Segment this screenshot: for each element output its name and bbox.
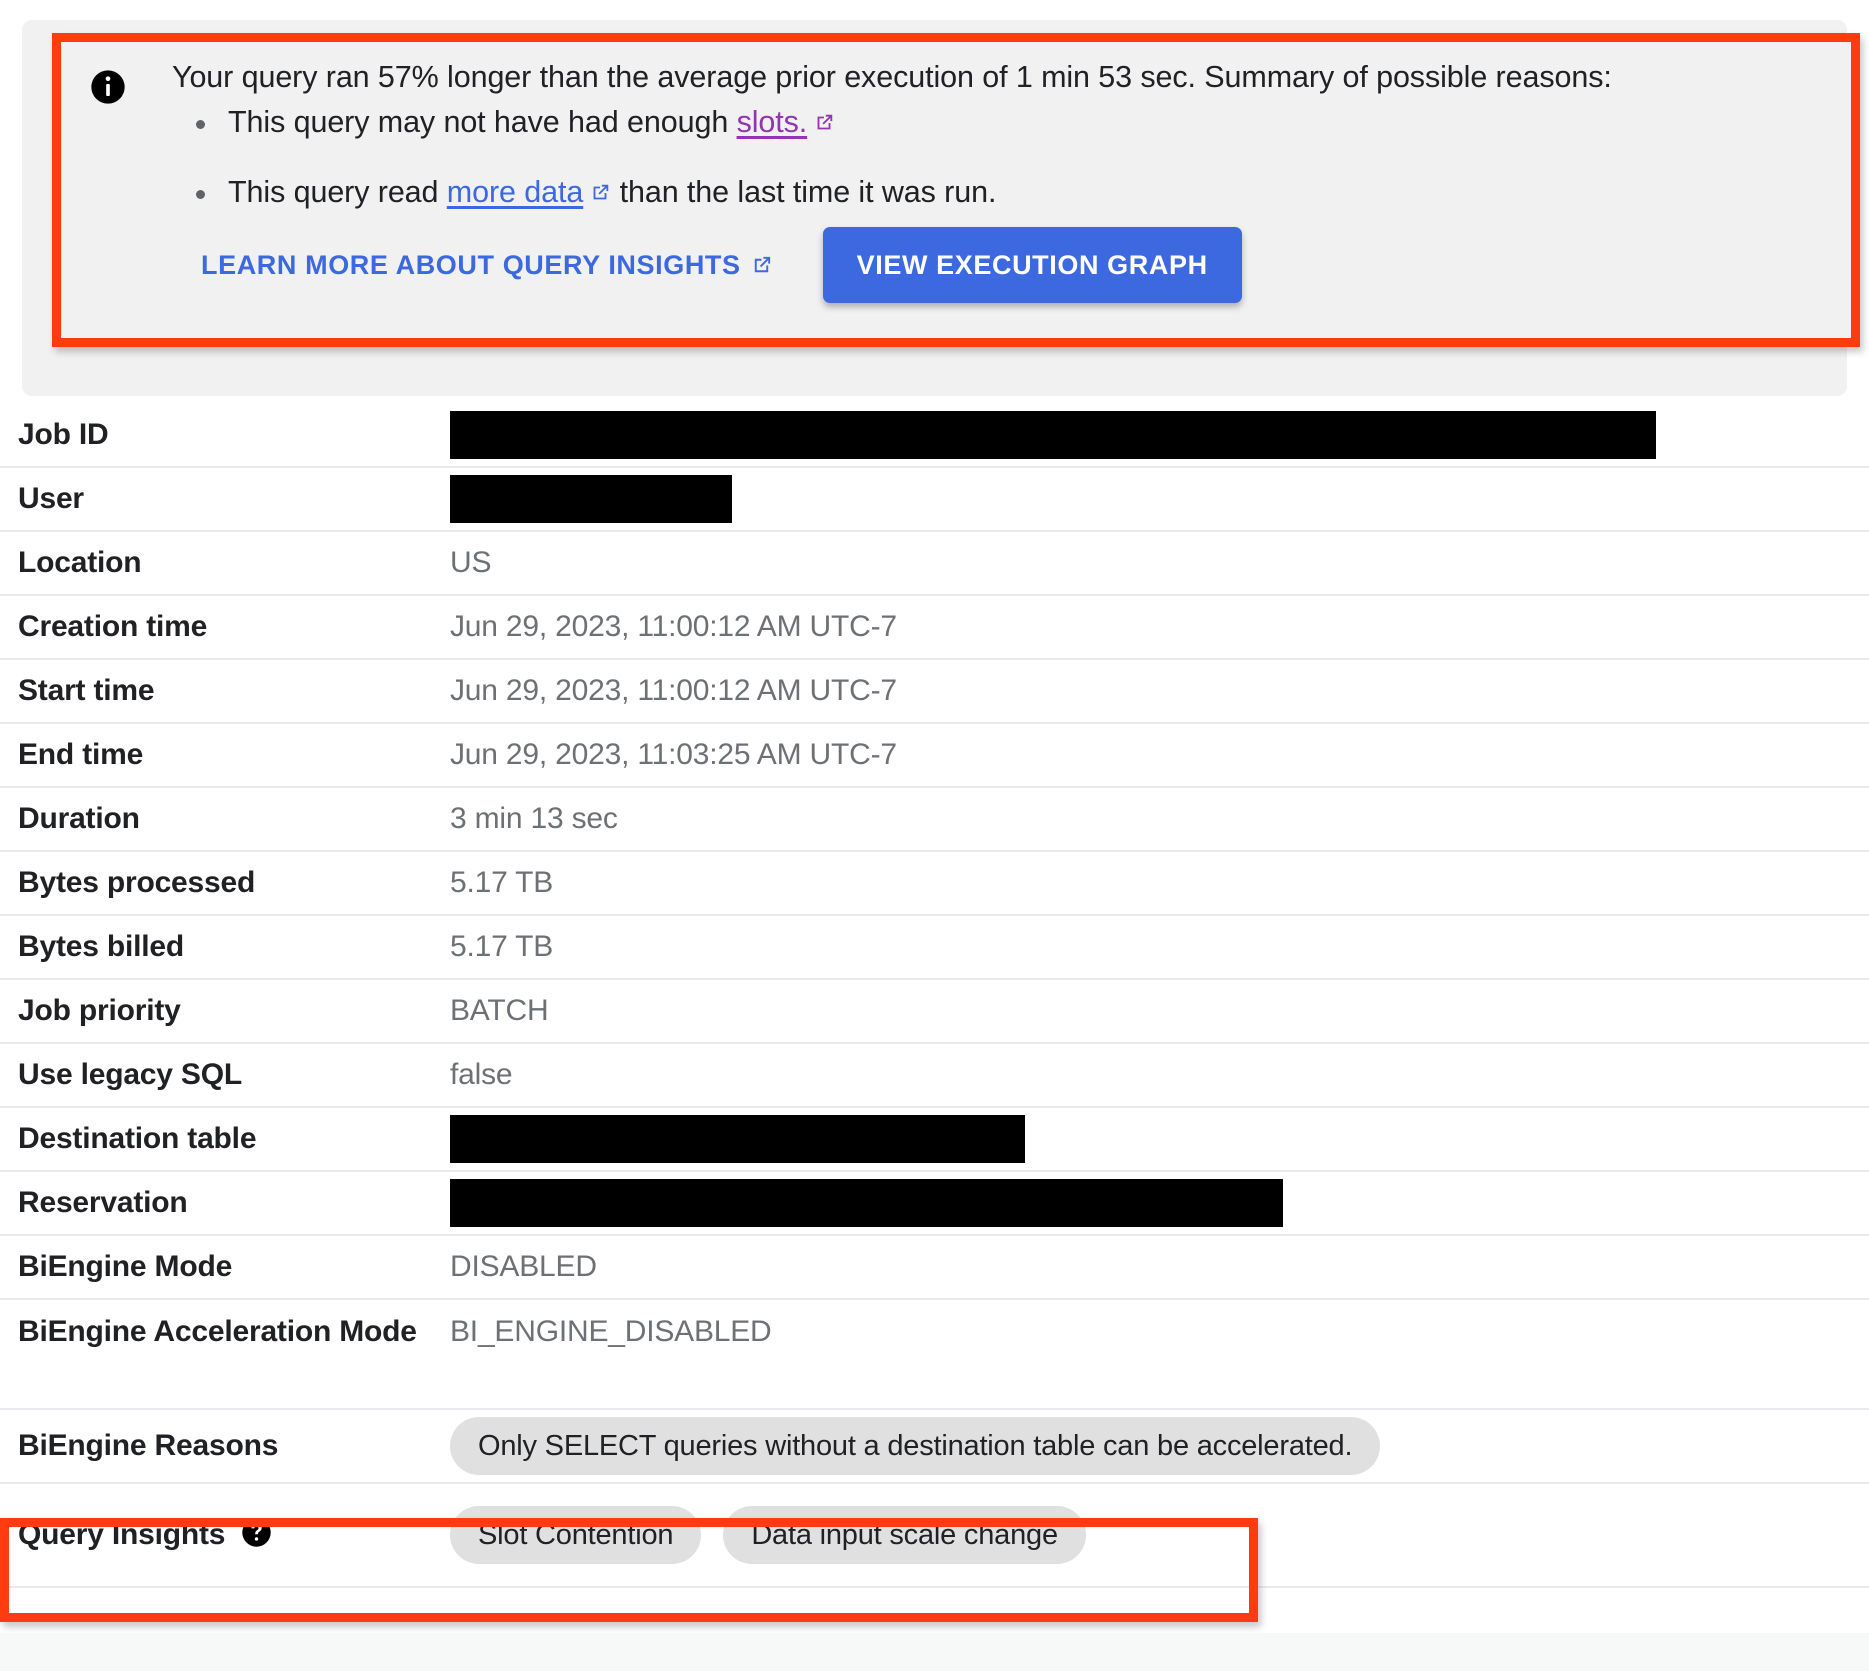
row-value: US xyxy=(450,546,492,579)
insight-banner: Your query ran 57% longer than the avera… xyxy=(61,42,1851,338)
learn-more-label: LEARN MORE ABOUT QUERY INSIGHTS xyxy=(201,249,741,280)
table-row: Query Insights Slot Contention Data inpu… xyxy=(0,1484,1869,1588)
insight-reason-list: This query may not have had enough slots… xyxy=(172,100,1828,240)
slots-link[interactable]: slots. xyxy=(737,105,808,139)
query-insight-chip-slot-contention[interactable]: Slot Contention xyxy=(450,1506,702,1564)
row-key: Job ID xyxy=(18,418,109,451)
insight-banner-highlight-box: Your query ran 57% longer than the avera… xyxy=(52,33,1860,347)
row-value: Only SELECT queries without a destinatio… xyxy=(450,1417,1869,1475)
row-value: 5.17 TB xyxy=(450,866,554,899)
table-row: Job priority BATCH xyxy=(0,980,1869,1044)
table-row: Reservation xyxy=(0,1172,1869,1236)
help-circle-icon[interactable] xyxy=(241,1517,272,1548)
row-value: DISABLED xyxy=(450,1250,597,1283)
table-row: End time Jun 29, 2023, 11:03:25 AM UTC-7 xyxy=(0,724,1869,788)
table-row: User xyxy=(0,468,1869,532)
row-value xyxy=(450,1115,1869,1163)
table-row: Duration 3 min 13 sec xyxy=(0,788,1869,852)
view-execution-graph-button[interactable]: VIEW EXECUTION GRAPH xyxy=(822,227,1242,303)
row-value xyxy=(450,1179,1869,1227)
row-key: Creation time xyxy=(18,610,208,643)
redacted-value xyxy=(450,475,732,523)
table-row: BiEngine Reasons Only SELECT queries wit… xyxy=(0,1410,1869,1484)
row-key: Location xyxy=(18,546,142,579)
bullet-text-suffix: than the last time it was run. xyxy=(611,175,997,209)
table-row: Use legacy SQL false xyxy=(0,1044,1869,1108)
table-row: Bytes processed 5.17 TB xyxy=(0,852,1869,916)
row-key: BiEngine Reasons xyxy=(18,1429,279,1462)
external-link-icon xyxy=(750,254,773,277)
redacted-value xyxy=(450,411,1656,459)
query-insights-label: Query Insights xyxy=(18,1518,226,1551)
row-value: BATCH xyxy=(450,994,549,1027)
row-value: BI_ENGINE_DISABLED xyxy=(450,1315,772,1348)
bullet-text-prefix: This query read xyxy=(228,175,447,209)
row-value: Jun 29, 2023, 11:00:12 AM UTC-7 xyxy=(450,674,897,707)
table-row: Job ID xyxy=(0,404,1869,468)
row-key: Duration xyxy=(18,802,140,835)
redacted-value xyxy=(450,1115,1025,1163)
table-row: BiEngine Mode DISABLED xyxy=(0,1236,1869,1300)
footer-strip xyxy=(0,1633,1869,1671)
row-key: Reservation xyxy=(18,1186,188,1219)
row-key: Destination table xyxy=(18,1122,257,1155)
row-key: User xyxy=(18,482,84,515)
row-value: Slot Contention Data input scale change xyxy=(450,1506,1869,1564)
more-data-link[interactable]: more data xyxy=(447,175,584,209)
row-key: BiEngine Acceleration Mode xyxy=(18,1315,417,1348)
row-value: Jun 29, 2023, 11:00:12 AM UTC-7 xyxy=(450,610,897,643)
table-row: Start time Jun 29, 2023, 11:00:12 AM UTC… xyxy=(0,660,1869,724)
biengine-reason-chip: Only SELECT queries without a destinatio… xyxy=(450,1417,1381,1475)
learn-more-about-query-insights-link[interactable]: LEARN MORE ABOUT QUERY INSIGHTS xyxy=(201,250,773,281)
table-row: Bytes billed 5.17 TB xyxy=(0,916,1869,980)
query-insight-chip-data-input-scale-change[interactable]: Data input scale change xyxy=(723,1506,1086,1564)
info-icon xyxy=(88,67,128,107)
row-value: 5.17 TB xyxy=(450,930,554,963)
redacted-value xyxy=(450,1179,1283,1227)
row-key: Query Insights xyxy=(0,1508,450,1562)
table-row: Creation time Jun 29, 2023, 11:00:12 AM … xyxy=(0,596,1869,660)
external-link-icon xyxy=(589,182,611,204)
row-key: BiEngine Mode xyxy=(18,1250,233,1283)
row-key: End time xyxy=(18,738,144,771)
row-key: Start time xyxy=(18,674,155,707)
row-key: Bytes processed xyxy=(18,866,256,899)
list-item: This query may not have had enough slots… xyxy=(196,100,1828,144)
row-value: Jun 29, 2023, 11:03:25 AM UTC-7 xyxy=(450,738,897,771)
job-details-table: Job ID User Location US Creation time Ju… xyxy=(0,404,1869,1588)
external-link-icon xyxy=(813,112,835,134)
row-value: false xyxy=(450,1058,513,1091)
row-key: Use legacy SQL xyxy=(18,1058,242,1091)
row-value xyxy=(450,475,1869,523)
row-value xyxy=(450,411,1869,459)
table-row: BiEngine Acceleration Mode BI_ENGINE_DIS… xyxy=(0,1300,1869,1410)
table-row: Location US xyxy=(0,532,1869,596)
insight-actions: LEARN MORE ABOUT QUERY INSIGHTS VIEW EXE… xyxy=(201,227,1242,303)
row-value: 3 min 13 sec xyxy=(450,802,618,835)
table-row: Destination table xyxy=(0,1108,1869,1172)
row-key: Bytes billed xyxy=(18,930,184,963)
bullet-text-prefix: This query may not have had enough xyxy=(228,105,737,139)
insight-headline: Your query ran 57% longer than the avera… xyxy=(172,60,1612,94)
row-key: Job priority xyxy=(18,994,181,1027)
list-item: This query read more data than the last … xyxy=(196,170,1828,214)
